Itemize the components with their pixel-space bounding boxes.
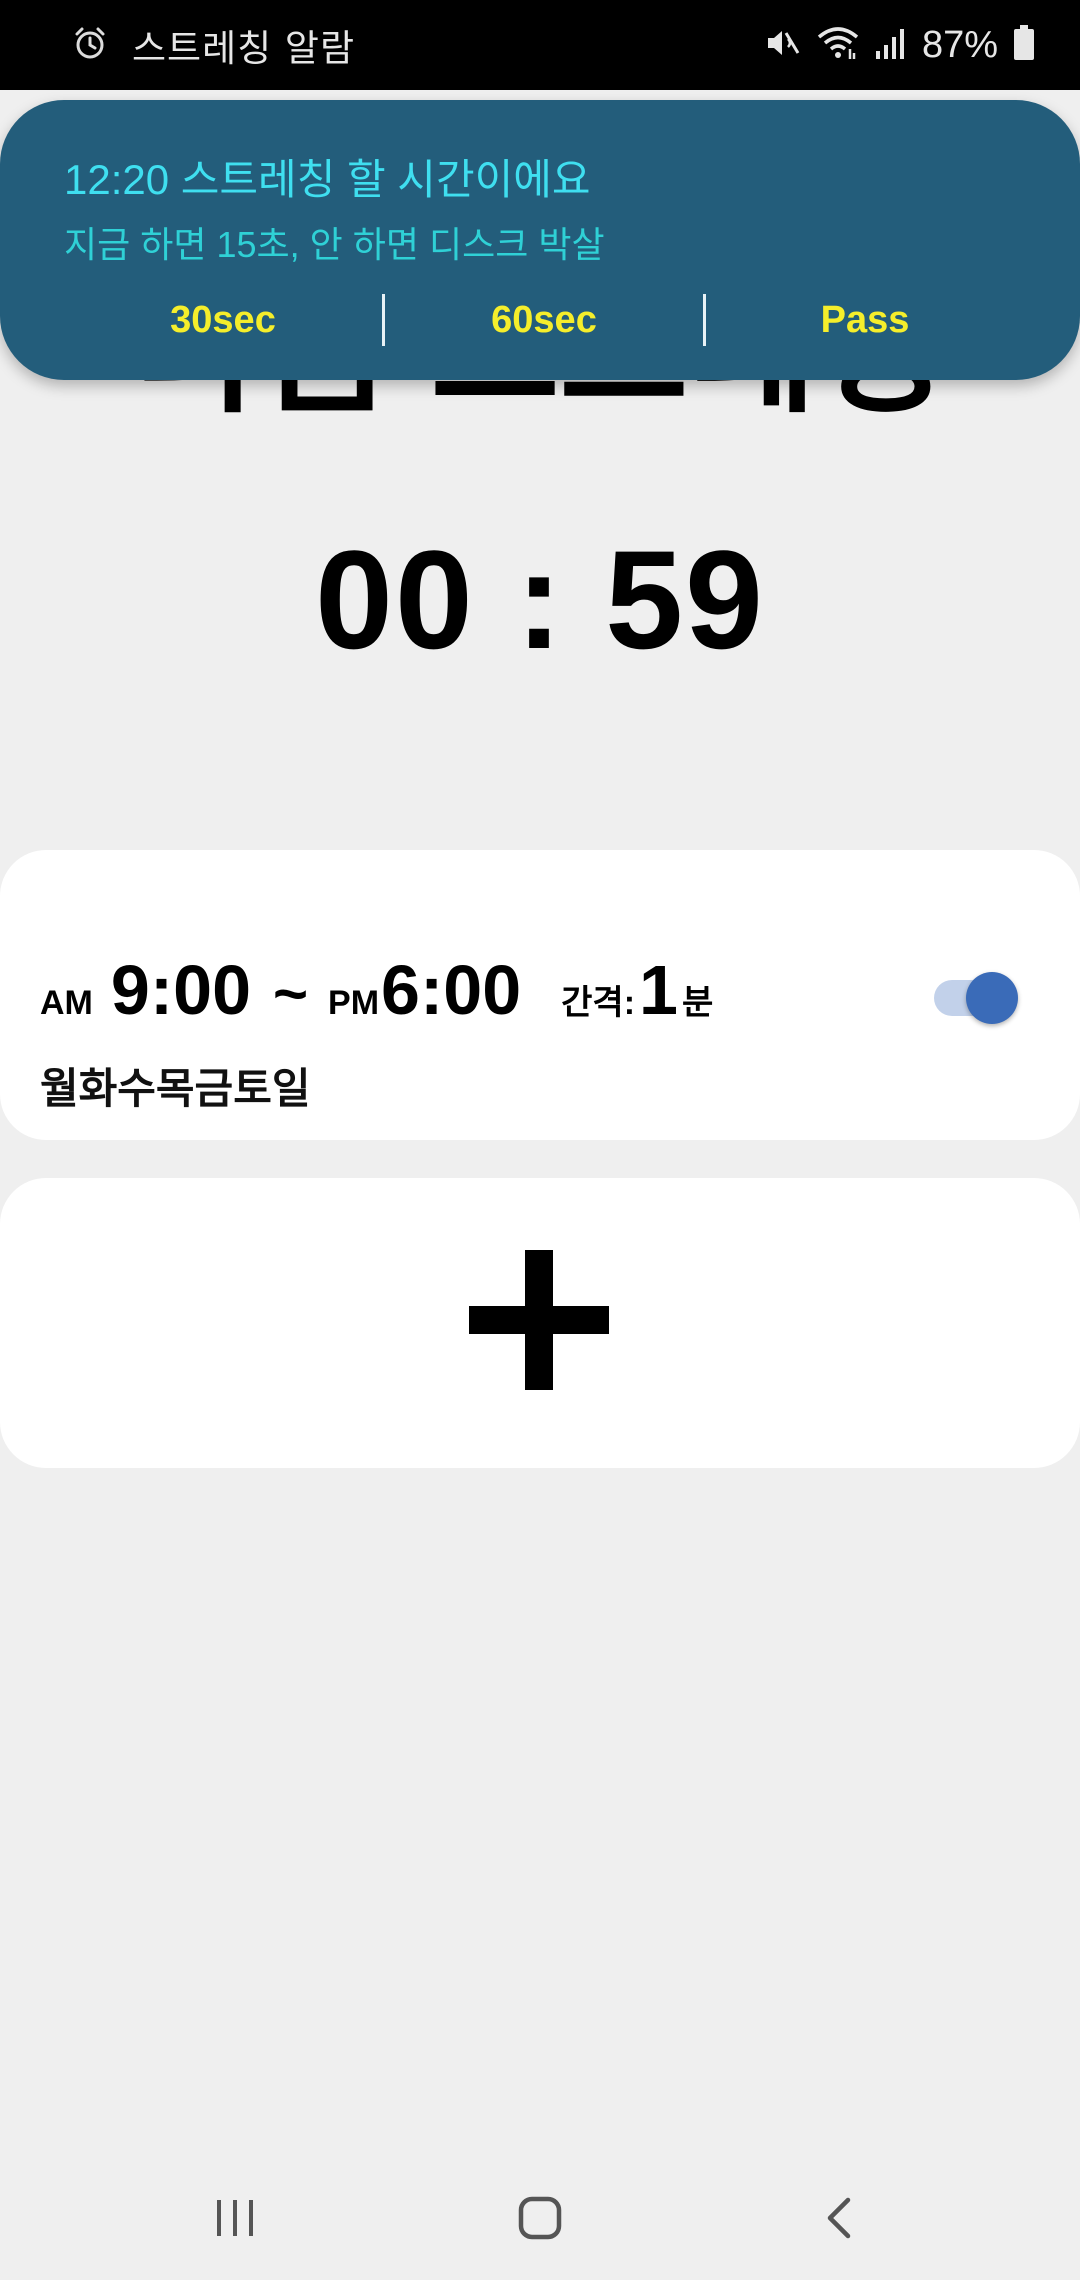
status-bar-left: 스트레칭 알람 [72,0,355,90]
status-bar-right: 87% [764,0,1036,90]
alarm-icon [72,25,108,65]
end-time: 6:00 [381,951,522,1029]
add-alarm-button[interactable] [0,1178,1080,1468]
status-bar-app-title: 스트레칭 알람 [132,27,356,70]
plus-icon [465,1246,615,1400]
battery-percent: 87% [921,23,998,66]
recent-apps-button[interactable] [210,2190,260,2250]
start-ampm: AM [40,984,93,1022]
alarm-card[interactable]: AM 9:00 ~ PM 6:00 간격: 1 분 월화수목금토일 [0,850,1080,1140]
notification-subtitle: 지금 하면 15초, 안 하면 디스크 박살 [64,224,605,265]
notification-title: 12:20 스트레칭 할 시간이에요 [64,156,591,203]
action-60sec-button[interactable]: 60sec [385,299,703,342]
alarm-enable-toggle[interactable] [934,972,1018,1024]
back-button[interactable] [815,2190,865,2250]
notification-actions: 30sec 60sec Pass [64,290,1024,350]
time-separator: ~ [273,960,309,1027]
navigation-bar [0,2160,1080,2280]
home-icon [516,2194,564,2246]
stretch-notification[interactable]: 12:20 스트레칭 할 시간이에요 지금 하면 15초, 안 하면 디스크 박… [0,100,1080,380]
recent-apps-icon [213,2196,257,2244]
wifi-icon [816,25,860,65]
home-button[interactable] [510,2190,570,2250]
toggle-thumb [966,972,1018,1024]
back-icon [820,2194,860,2246]
interval-value: 1 [639,951,678,1029]
battery-icon [1012,24,1036,66]
interval-label: 간격: [561,984,636,1022]
signal-icon [874,25,908,65]
alarm-time-range: AM 9:00 ~ PM 6:00 간격: 1 분 [40,950,713,1050]
status-bar: 스트레칭 알람 87% [0,0,1080,90]
interval-unit: 분 [681,984,714,1022]
end-ampm: PM [328,984,380,1022]
countdown-timer: 00 : 59 [315,521,765,678]
mute-icon [764,25,802,65]
alarm-days: 월화수목금토일 [40,1065,311,1112]
action-30sec-button[interactable]: 30sec [64,299,382,342]
start-time: 9:00 [110,951,251,1029]
action-pass-button[interactable]: Pass [706,299,1024,342]
